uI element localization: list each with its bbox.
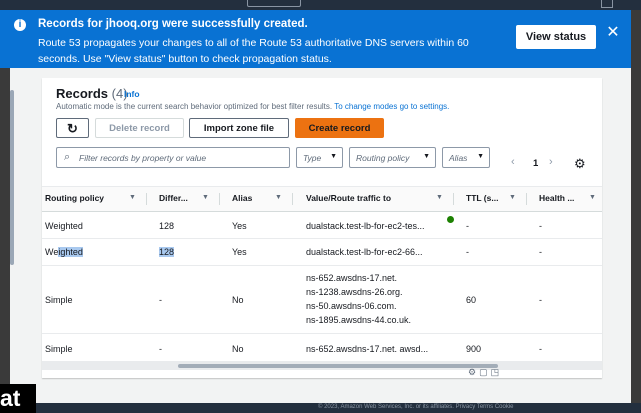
column-divider[interactable] [453,193,454,205]
col-value[interactable]: Value/Route traffic to [306,193,391,203]
alias-filter-label: Alias [449,153,468,163]
caret-down-icon: ▼ [477,153,484,160]
routing-cell: Simple [45,295,73,305]
type-filter-select[interactable]: Type ▼ [296,147,343,168]
name-server-line: ns-50.awsdns-06.com. [306,301,397,311]
search-icon: ⌕ [64,151,71,163]
close-icon[interactable]: ✕ [605,25,621,41]
sort-icon[interactable]: ▼ [589,194,596,201]
column-divider[interactable] [292,193,293,205]
ttl-cell: 60 [466,295,477,305]
table-row[interactable]: Weighted 128 Yes dualstack.test-lb-for-e… [42,239,602,266]
next-page-button[interactable]: › [549,156,553,168]
refresh-button[interactable]: ↻ [56,118,89,138]
refresh-icon: ↻ [67,121,78,136]
ttl-cell: - [466,221,469,231]
alias-cell: Yes [232,247,247,257]
records-description: Automatic mode is the current search beh… [56,102,449,111]
caret-down-icon: ▼ [423,153,430,160]
corner-overlay-text: at [0,384,36,413]
top-chip [247,0,301,7]
routing-filter-label: Routing policy [356,153,410,163]
sort-icon[interactable]: ▼ [509,194,516,201]
routing-text: We [45,247,59,257]
frame-icon [601,0,613,8]
vertical-scrollbar[interactable] [10,90,14,265]
info-link[interactable]: Info [124,89,140,99]
value-cell: dualstack.test-lb-for-ec2-66... [306,247,423,257]
view-status-button[interactable]: View status [516,25,596,49]
sort-icon[interactable]: ▼ [202,194,209,201]
table-row[interactable]: Weighted 128 Yes dualstack.test-lb-for-e… [42,212,602,239]
sort-icon[interactable]: ▼ [436,194,443,201]
flash-message: Route 53 propagates your changes to all … [38,37,469,65]
selected-text-highlight: ighted [58,247,83,257]
right-gutter [631,68,641,403]
records-heading: Records (4) [56,86,128,101]
caret-down-icon: ▼ [330,153,337,160]
current-page-number[interactable]: 1 [533,158,538,169]
col-ttl[interactable]: TTL (s... [466,193,498,203]
table-row[interactable]: Simple - No ns-652.awsdns-17.net. ns-123… [42,266,602,334]
previous-page-button[interactable]: ‹ [511,156,515,168]
search-placeholder: Filter records by property or value [79,153,207,163]
routing-cell: Simple [45,344,73,354]
ttl-cell: - [466,247,469,257]
col-health[interactable]: Health ... [539,193,574,203]
name-server-line: ns-1895.awsdns-44.co.uk. [306,315,412,325]
health-cell: - [539,221,542,231]
differentiator-cell: - [159,295,162,305]
name-server-line: ns-1238.awsdns-26.org. [306,287,403,297]
footer-text: © 2023, Amazon Web Services, Inc. or its… [318,404,514,410]
differentiator-cell: 128 [159,221,175,231]
gear-icon[interactable]: ⚙ [574,156,586,172]
import-zone-file-button[interactable]: Import zone file [189,118,289,138]
col-alias[interactable]: Alias [232,193,252,203]
alias-cell: No [232,344,244,354]
col-differentiator[interactable]: Differ... [159,193,188,203]
alias-cell: No [232,295,244,305]
health-cell: - [539,247,542,257]
type-filter-label: Type [303,153,322,163]
differentiator-cell: 128 [159,247,175,257]
name-server-line: ns-652.awsdns-17.net. [306,273,398,283]
routing-policy-filter-select[interactable]: Routing policy ▼ [349,147,436,168]
column-divider[interactable] [219,193,220,205]
records-title: Records [56,86,109,101]
value-cell: ns-652.awsdns-17.net. ns-1238.awsdns-26.… [306,271,411,327]
health-cell: - [539,344,542,354]
delete-record-button[interactable]: Delete record [95,118,184,138]
create-record-button[interactable]: Create record [295,118,384,138]
value-cell: ns-652.awsdns-17.net. awsd... [306,344,429,354]
table-header: Routing policy ▼ Differ... ▼ Alias ▼ Val… [42,186,602,212]
page-footer: © 2023, Amazon Web Services, Inc. or its… [0,403,641,413]
alias-cell: Yes [232,221,247,231]
column-divider[interactable] [146,193,147,205]
ttl-cell: 900 [466,344,482,354]
video-toolbar-icons[interactable]: ⚙▢◳ [468,367,502,378]
routing-cell: Weighted [45,247,83,257]
value-cell: dualstack.test-lb-for-ec2-tes... [306,221,425,231]
change-mode-link[interactable]: To change modes go to settings. [334,102,449,111]
sort-icon[interactable]: ▼ [129,194,136,201]
differentiator-cell: - [159,344,162,354]
table-row[interactable]: Simple - No ns-652.awsdns-17.net. awsd..… [42,334,602,362]
cursor-icon [447,216,454,223]
search-mode-text: Automatic mode is the current search beh… [56,102,333,111]
col-routing-policy[interactable]: Routing policy [45,193,104,203]
success-flash-banner: i Records for jhooq.org were successfull… [0,10,631,68]
browser-top-strip [0,0,641,10]
flash-title: Records for jhooq.org were successfully … [38,18,308,30]
alias-filter-select[interactable]: Alias ▼ [442,147,490,168]
horizontal-scrollbar-thumb[interactable] [178,364,498,368]
sort-icon[interactable]: ▼ [275,194,282,201]
info-icon: i [14,19,26,31]
health-cell: - [539,295,542,305]
routing-cell: Weighted [45,221,83,231]
column-divider[interactable] [526,193,527,205]
filter-records-input[interactable]: ⌕ Filter records by property or value [56,147,290,168]
